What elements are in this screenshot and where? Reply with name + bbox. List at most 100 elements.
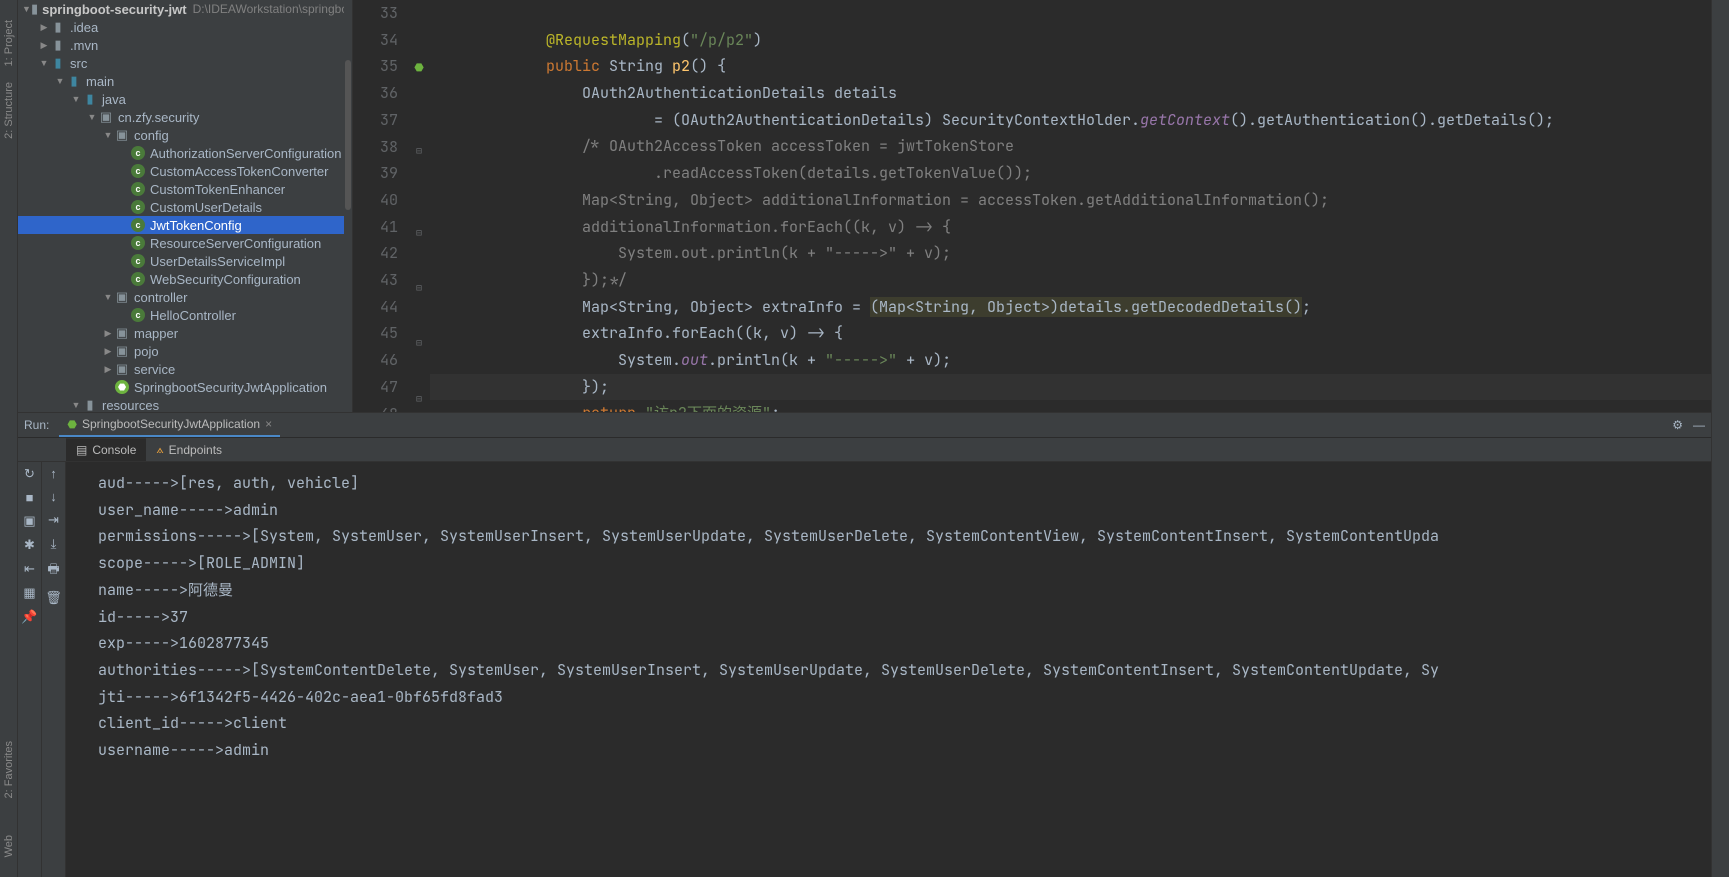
scrollbar-thumb[interactable] xyxy=(345,60,351,210)
rerun-icon[interactable]: ↻ xyxy=(24,466,35,482)
fold-icon[interactable]: ⊟ xyxy=(416,144,422,157)
code-line[interactable]: public String p2() { xyxy=(430,53,1711,80)
fold-icon[interactable]: ⊟ xyxy=(416,392,422,405)
tree-arrow-icon[interactable]: ▼ xyxy=(54,76,66,86)
tree-item[interactable]: cAuthorizationServerConfiguration xyxy=(18,144,352,162)
console-line: user_name----->admin xyxy=(98,497,1679,524)
tree-arrow-icon[interactable]: ▼ xyxy=(38,58,50,68)
code-line[interactable]: Map<String, Object> additionalInformatio… xyxy=(430,187,1711,214)
gear-icon[interactable]: ⚙ xyxy=(1672,418,1683,432)
tree-item[interactable]: cUserDetailsServiceImpl xyxy=(18,252,352,270)
code-line[interactable]: System.out.println(k + "----->" + v); xyxy=(430,240,1711,267)
project-tree[interactable]: ▼ ▮ springboot-security-jwt D:\IDEAWorks… xyxy=(18,0,353,412)
code-line[interactable]: additionalInformation.forEach((k, v) -> … xyxy=(430,214,1711,241)
tree-item[interactable]: cHelloController xyxy=(18,306,352,324)
console-icon: ▤ xyxy=(76,443,87,457)
camera-icon[interactable]: ▣ xyxy=(23,513,35,529)
tree-item[interactable]: ▶▣mapper xyxy=(18,324,352,342)
folder-icon: ▮ xyxy=(86,397,93,412)
tree-arrow-icon[interactable]: ▼ xyxy=(102,130,114,140)
up-icon[interactable]: ↑ xyxy=(50,466,57,481)
tree-item[interactable]: ▼▣cn.zfy.security xyxy=(18,108,352,126)
console-output[interactable]: aud----->[res, auth, vehicle]user_name--… xyxy=(66,462,1711,877)
exit-icon[interactable]: ⇤ xyxy=(24,561,35,577)
tree-item[interactable]: ▶▣service xyxy=(18,360,352,378)
tab-project[interactable]: 1: Project xyxy=(3,20,15,66)
tree-arrow-icon[interactable]: ▶ xyxy=(102,328,114,339)
console-tab[interactable]: ▤ Console xyxy=(66,438,146,461)
tree-item[interactable]: ▶▮.mvn xyxy=(18,36,352,54)
tab-web[interactable]: Web xyxy=(3,835,15,857)
code-line[interactable]: return "访p2下面的资源": xyxy=(430,400,1711,412)
tree-arrow-icon[interactable]: ▼ xyxy=(102,292,114,302)
endpoints-tab[interactable]: ⟑ Endpoints xyxy=(146,438,232,461)
code-line[interactable]: /* OAuth2AccessToken accessToken = jwtTo… xyxy=(430,133,1711,160)
console-line: client_id----->client xyxy=(98,710,1679,737)
tree-item[interactable]: ▶▮.idea xyxy=(18,18,352,36)
code-line[interactable]: = (OAuth2AuthenticationDetails) Security… xyxy=(430,107,1711,134)
code-lines[interactable]: @RequestMapping("/p/p2") public String p… xyxy=(430,0,1711,412)
tree-item[interactable]: ▼▮src xyxy=(18,54,352,72)
tree-item[interactable]: ▼▮main xyxy=(18,72,352,90)
console-line: id----->37 xyxy=(98,604,1679,631)
tree-arrow-icon[interactable]: ▶ xyxy=(102,346,114,357)
tree-item[interactable]: cResourceServerConfiguration xyxy=(18,234,352,252)
spring-gutter-icon[interactable]: ⬣ xyxy=(414,61,424,75)
run-body: ↻ ■ ▣ ✱ ⇤ ▦ 📌 ↑ ↓ ⇥ ⤓ 🖶 🗑 aud----->[res,… xyxy=(18,462,1711,877)
code-line[interactable]: .readAccessToken(details.getTokenValue()… xyxy=(430,160,1711,187)
tree-item[interactable]: cJwtTokenConfig xyxy=(18,216,352,234)
tree-item[interactable]: cCustomUserDetails xyxy=(18,198,352,216)
code-line[interactable]: Map<String, Object> extraInfo = (Map<Str… xyxy=(430,294,1711,321)
tree-item[interactable]: ▼▮resources xyxy=(18,396,352,412)
fold-icon[interactable]: ⊟ xyxy=(416,281,422,294)
print-icon[interactable]: 🖶 xyxy=(47,560,59,582)
console-line: exp----->1602877345 xyxy=(98,630,1679,657)
tree-item[interactable]: cWebSecurityConfiguration xyxy=(18,270,352,288)
tree-arrow-icon[interactable]: ▶ xyxy=(38,22,50,33)
scroll-icon[interactable]: ⤓ xyxy=(51,536,57,552)
wrap-icon[interactable]: ⇥ xyxy=(48,512,59,528)
tree-item-label: main xyxy=(86,74,114,89)
layout-icon[interactable]: ▦ xyxy=(23,585,35,601)
code-line[interactable]: OAuth2AuthenticationDetails details xyxy=(430,80,1711,107)
tree-arrow-icon[interactable]: ▼ xyxy=(86,112,98,122)
stop-icon[interactable]: ■ xyxy=(26,490,34,505)
code-line[interactable] xyxy=(430,0,1711,27)
tab-structure[interactable]: 2: Structure xyxy=(3,82,15,139)
tree-arrow-icon[interactable]: ▼ xyxy=(70,400,82,410)
tree-arrow-icon[interactable]: ▶ xyxy=(38,40,50,51)
tree-item[interactable]: ▼▮java xyxy=(18,90,352,108)
tree-arrow-icon[interactable]: ▼ xyxy=(70,94,82,104)
tree-root[interactable]: ▼ ▮ springboot-security-jwt D:\IDEAWorks… xyxy=(18,0,352,18)
down-icon[interactable]: ↓ xyxy=(50,489,57,504)
code-line[interactable]: @RequestMapping("/p/p2") xyxy=(430,27,1711,54)
minimize-icon[interactable]: — xyxy=(1693,418,1705,432)
tree-arrow-icon[interactable]: ▶ xyxy=(102,364,114,375)
fold-icon[interactable]: ⊟ xyxy=(416,336,422,349)
tree-scrollbar[interactable] xyxy=(344,0,352,412)
code-line[interactable]: extraInfo.forEach((k, v) -> { xyxy=(430,320,1711,347)
trash-icon[interactable]: 🗑 xyxy=(45,590,62,606)
tree-item[interactable]: ▶▣pojo xyxy=(18,342,352,360)
tree-item[interactable]: cCustomTokenEnhancer xyxy=(18,180,352,198)
tree-item[interactable]: ⬣SpringbootSecurityJwtApplication xyxy=(18,378,352,396)
code-line[interactable]: });*/ xyxy=(430,267,1711,294)
tab-favorites[interactable]: 2: Favorites xyxy=(3,741,15,798)
tree-item-label: UserDetailsServiceImpl xyxy=(150,254,285,269)
debug-icon[interactable]: ✱ xyxy=(24,537,35,553)
run-config-tab[interactable]: ⬣ SpringbootSecurityJwtApplication × xyxy=(59,413,280,437)
tree-item[interactable]: ▼▣controller xyxy=(18,288,352,306)
code-line[interactable]: }); xyxy=(430,374,1711,401)
package-icon: ▣ xyxy=(116,325,128,341)
tree-item[interactable]: ▼▣config xyxy=(18,126,352,144)
fold-icon[interactable]: ⊟ xyxy=(416,226,422,239)
chevron-down-icon[interactable]: ▼ xyxy=(22,4,31,14)
class-icon: c xyxy=(131,272,145,286)
console-line: username----->admin xyxy=(98,737,1679,764)
pin-icon[interactable]: 📌 xyxy=(21,609,37,625)
code-line[interactable]: System.out.println(k + "----->" + v); xyxy=(430,347,1711,374)
close-icon[interactable]: × xyxy=(265,417,272,431)
tree-item[interactable]: cCustomAccessTokenConverter xyxy=(18,162,352,180)
console-line: jti----->6f1342f5-4426-402c-aea1-0bf65fd… xyxy=(98,684,1679,711)
code-editor[interactable]: 33343536373839404142434445464748 ⬣ ⊟ ⊟ ⊟… xyxy=(353,0,1711,412)
